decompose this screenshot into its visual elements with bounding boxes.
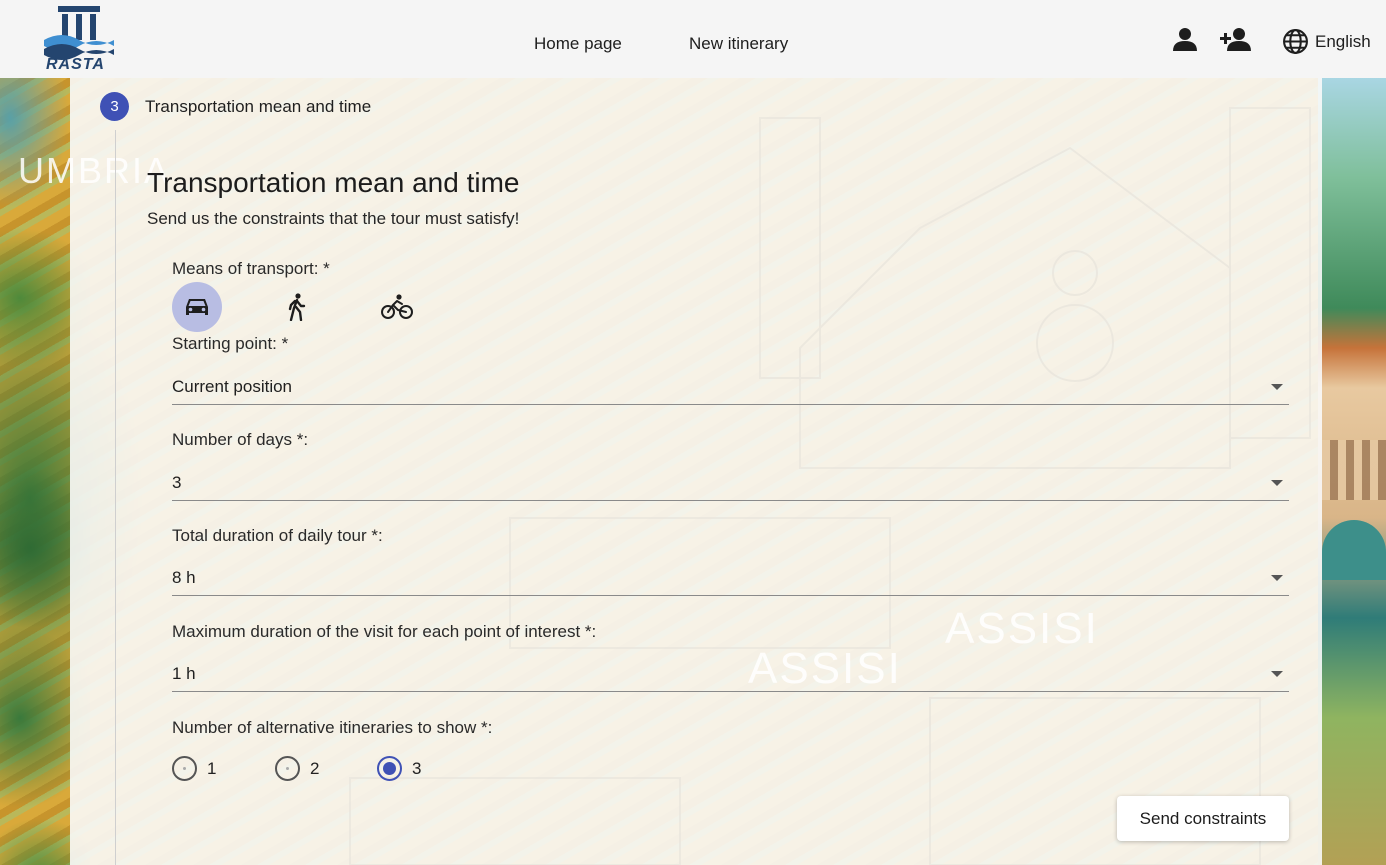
- transport-walk-button[interactable]: [272, 282, 322, 332]
- form-title: Transportation mean and time: [147, 167, 520, 198]
- chevron-down-icon: [1271, 671, 1283, 677]
- walk-icon: [288, 293, 306, 321]
- add-user-icon[interactable]: [1220, 27, 1252, 58]
- language-label: English: [1315, 31, 1371, 51]
- nav-new-itinerary[interactable]: New itinerary: [689, 34, 788, 54]
- radio-button-selected[interactable]: [377, 756, 402, 781]
- days-select[interactable]: 3: [172, 461, 1289, 501]
- nav-home-page[interactable]: Home page: [534, 34, 622, 54]
- alternatives-label: Number of alternative itineraries to sho…: [172, 718, 493, 737]
- form-subtitle: Send us the constraints that the tour mu…: [147, 209, 520, 228]
- starting-point-label: Starting point: *: [172, 334, 289, 353]
- logo-icon: [44, 6, 114, 60]
- background-arches: [1322, 440, 1386, 500]
- step-number-badge: 3: [100, 92, 129, 121]
- car-icon: [186, 299, 208, 315]
- globe-icon: [1283, 29, 1308, 54]
- radio-option-3[interactable]: 3: [377, 756, 421, 781]
- days-value: 3: [172, 473, 182, 492]
- assisi-watermark: ASSISI: [945, 604, 1099, 653]
- send-constraints-button[interactable]: Send constraints: [1117, 796, 1289, 841]
- step-label[interactable]: Transportation mean and time: [145, 97, 371, 117]
- radio-option-1[interactable]: 1: [172, 756, 216, 781]
- daily-duration-select[interactable]: 8 h: [172, 556, 1289, 596]
- bike-icon: [381, 294, 413, 319]
- radio-label: 2: [310, 758, 320, 778]
- transport-bike-button[interactable]: [372, 282, 422, 332]
- radio-button[interactable]: [172, 756, 197, 781]
- visit-duration-select[interactable]: 1 h: [172, 652, 1289, 692]
- starting-point-select[interactable]: Current position: [172, 365, 1289, 405]
- radio-button[interactable]: [275, 756, 300, 781]
- starting-point-value: Current position: [172, 377, 293, 396]
- radio-label: 3: [412, 758, 422, 778]
- daily-duration-label: Total duration of daily tour *:: [172, 526, 383, 545]
- transport-car-button[interactable]: [172, 282, 222, 332]
- language-selector[interactable]: English: [1282, 28, 1371, 55]
- chevron-down-icon: [1271, 480, 1283, 486]
- top-header: RASTA Home page New itinerary English: [0, 0, 1386, 78]
- logo-text: RASTA: [46, 56, 105, 73]
- visit-duration-label: Maximum duration of the visit for each p…: [172, 622, 597, 641]
- radio-label: 1: [207, 758, 217, 778]
- user-icon[interactable]: [1173, 27, 1197, 58]
- daily-duration-value: 8 h: [172, 568, 196, 587]
- stepper-connector-line: [115, 130, 116, 865]
- visit-duration-value: 1 h: [172, 664, 196, 683]
- chevron-down-icon: [1271, 384, 1283, 390]
- chevron-down-icon: [1271, 575, 1283, 581]
- transport-label: Means of transport: *: [172, 259, 330, 278]
- radio-option-2[interactable]: 2: [275, 756, 319, 781]
- days-label: Number of days *:: [172, 430, 309, 449]
- background-dome: [1322, 520, 1386, 580]
